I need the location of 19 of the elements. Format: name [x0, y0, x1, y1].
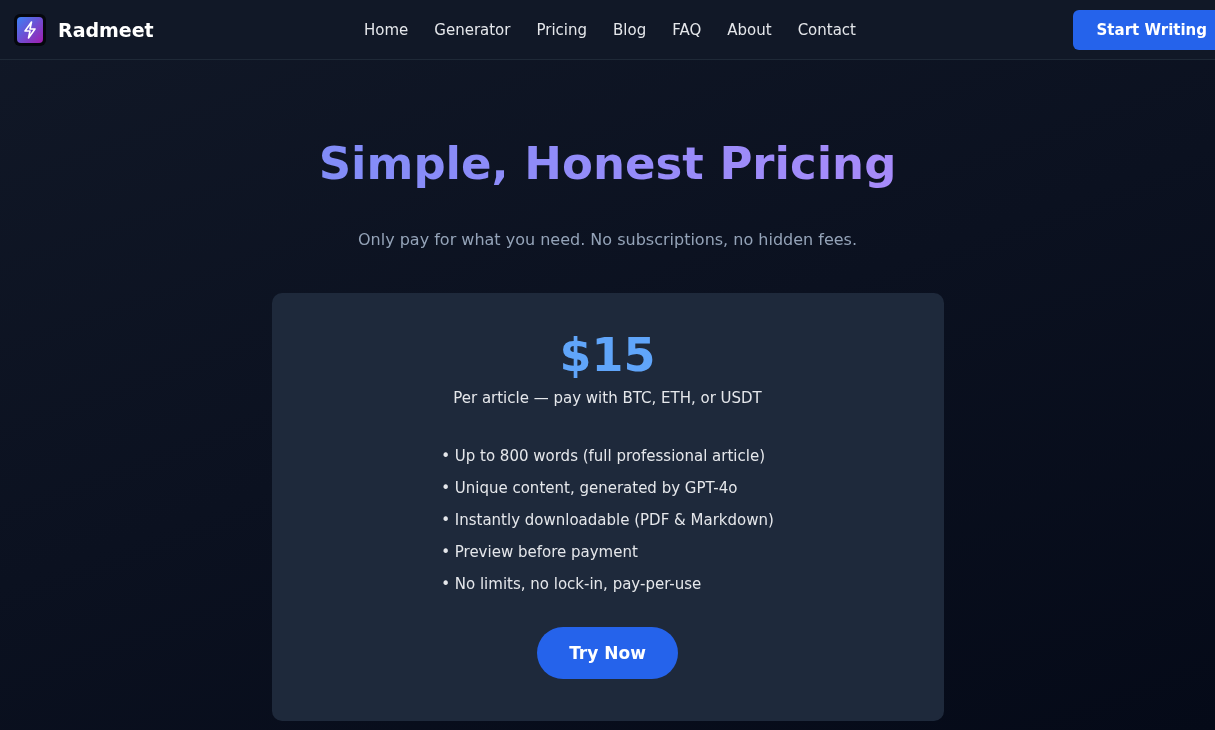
try-now-button[interactable]: Try Now	[537, 627, 678, 679]
brand-name: Radmeet	[58, 18, 154, 41]
page-subtitle: Only pay for what you need. No subscriptions, no hidden fees.	[357, 230, 857, 249]
feature-item: • Up to 800 words (full professional article)	[441, 446, 767, 467]
feature-item: • Instantly downloadable (PDF & Markdown)	[441, 510, 774, 531]
nav-link[interactable]: About	[727, 20, 772, 39]
nav-link[interactable]: FAQ	[672, 20, 702, 39]
feature-item: • Preview before payment	[441, 542, 639, 563]
price: $15	[559, 327, 656, 383]
nav-link[interactable]: Generator	[434, 20, 511, 39]
nav-link[interactable]: Pricing	[536, 20, 588, 39]
nav-link[interactable]: Home	[364, 20, 409, 39]
nav-link[interactable]: Contact	[797, 20, 856, 39]
feature-item: • No limits, no lock-in, pay-per-use	[441, 574, 703, 595]
feature-item: • Unique content, generated by GPT-4o	[441, 478, 739, 499]
nav-link[interactable]: Blog	[613, 20, 647, 39]
lightning-logo-icon	[14, 13, 46, 46]
price-note: Per article — pay with BTC, ETH, or USDT	[453, 389, 762, 407]
start-writing-button[interactable]: Start Writing	[1072, 9, 1215, 50]
